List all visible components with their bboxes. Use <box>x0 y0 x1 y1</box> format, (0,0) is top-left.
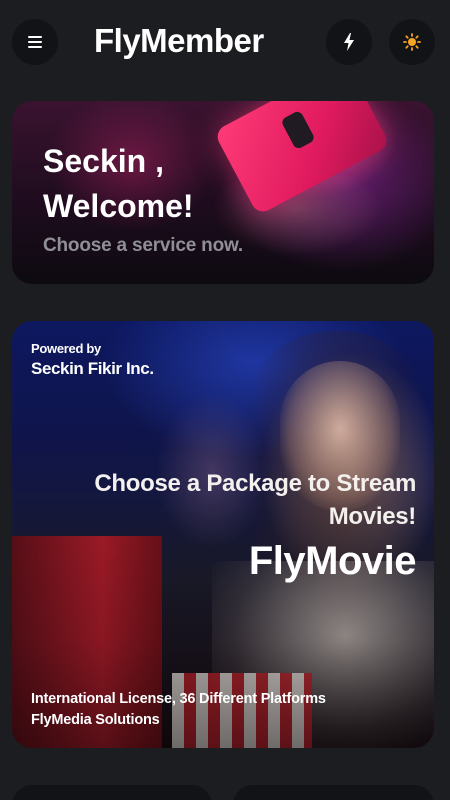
powered-by-label: Powered by <box>31 341 101 356</box>
sun-icon <box>403 33 421 51</box>
theme-toggle-button[interactable] <box>389 19 435 65</box>
flymovie-promo-card[interactable]: Powered by Seckin Fikir Inc. Choose a Pa… <box>12 321 434 748</box>
top-bar: FlyMember <box>0 0 450 84</box>
app-title: FlyMember <box>94 22 264 59</box>
provider-name: FlyMedia Solutions <box>31 712 160 728</box>
hamburger-menu-icon <box>28 36 42 48</box>
promo-brand-title: FlyMovie <box>248 539 417 583</box>
company-name: Seckin Fikir Inc. <box>31 359 154 378</box>
welcome-heading: Welcome! <box>43 188 194 224</box>
image-overlay <box>12 321 434 748</box>
service-card-right[interactable] <box>233 785 434 800</box>
menu-button[interactable] <box>12 19 58 65</box>
user-name: Seckin , <box>43 143 164 179</box>
lightning-icon <box>344 33 354 51</box>
service-card-left[interactable] <box>12 785 212 800</box>
promo-headline: Choose a Package to Stream Movies! <box>94 470 416 530</box>
welcome-subtitle: Choose a service now. <box>43 235 243 256</box>
flash-button[interactable] <box>326 19 372 65</box>
welcome-card[interactable]: Seckin , Welcome! Choose a service now. <box>12 101 434 284</box>
license-info: International License, 36 Different Plat… <box>31 691 326 707</box>
